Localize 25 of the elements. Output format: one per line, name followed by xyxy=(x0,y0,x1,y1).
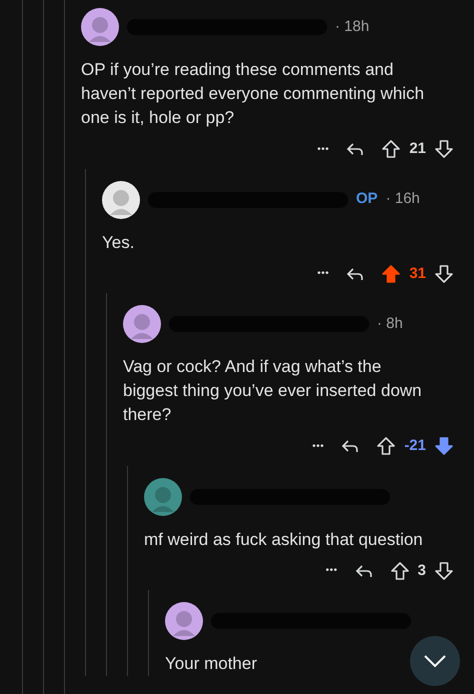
scroll-down-button[interactable] xyxy=(410,636,460,686)
vote-count: 31 xyxy=(409,264,426,284)
vote-count: 3 xyxy=(418,560,426,580)
more-options-button[interactable]: ••• xyxy=(312,438,324,454)
more-options-button[interactable]: ••• xyxy=(317,142,330,157)
comment-body: mf weird as fuck asking that question xyxy=(144,528,423,550)
comment-body: OP if you’re reading these comments and haven’t reported everyone commenting which one is it, hole or pp? xyxy=(81,59,426,129)
comment-time: · 16h xyxy=(386,189,420,210)
downvote-icon[interactable] xyxy=(434,436,454,456)
more-options-button[interactable]: ••• xyxy=(326,563,338,578)
more-options-button[interactable]: ••• xyxy=(317,266,330,282)
comment-time: · 18h xyxy=(335,16,370,37)
vote-count: -21 xyxy=(404,436,426,456)
chevron-down-icon xyxy=(423,654,447,668)
comment-body: Vag or cock? And if vag what’s the biggest thing you’ve ever inserted down there? xyxy=(123,356,423,426)
avatar[interactable] xyxy=(165,602,203,640)
avatar[interactable] xyxy=(81,8,119,46)
avatar[interactable] xyxy=(102,180,140,218)
upvote-icon[interactable] xyxy=(381,264,402,284)
comment-time: · 8h xyxy=(377,314,403,334)
op-label: OP xyxy=(356,189,378,210)
vote-count: 21 xyxy=(409,139,426,159)
comment-body: Yes. xyxy=(102,232,134,254)
comment-body: Your mother xyxy=(165,653,257,675)
avatar[interactable] xyxy=(123,305,161,343)
